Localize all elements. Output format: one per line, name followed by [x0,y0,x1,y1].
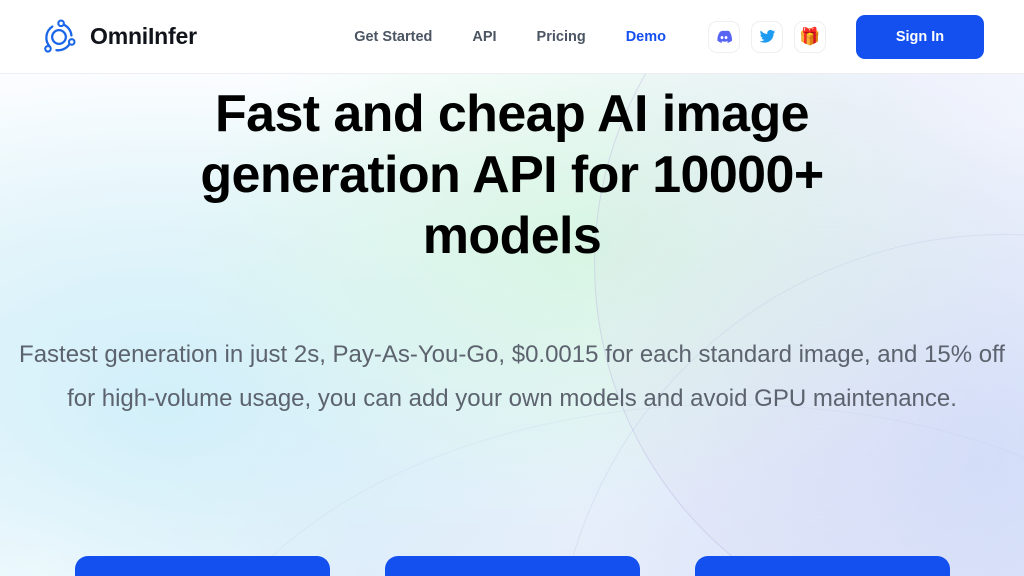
gift-button[interactable]: 🎁 [794,20,826,53]
cta-button-3[interactable] [694,556,950,576]
decorative-swoosh-3 [180,404,1024,576]
sign-in-button[interactable]: Sign In [856,14,984,59]
brand-logo-link[interactable]: OmniInfer [40,18,197,56]
site-header: OmniInfer Get Started API Pricing Demo 🎁… [0,0,1024,74]
main-navigation: Get Started API Pricing Demo 🎁 Sign In [334,14,984,59]
hero-subtitle: Fastest generation in just 2s, Pay-As-Yo… [19,341,1005,412]
cta-button-row [0,556,1024,576]
hero-section: Fast and cheap AI image generation API f… [0,74,1024,421]
nav-link-get-started[interactable]: Get Started [334,29,452,45]
cta-button-1[interactable] [74,556,330,576]
page-title: Fast and cheap AI image generation API f… [200,85,824,265]
social-links: 🎁 [708,20,826,53]
landing-page: OmniInfer Get Started API Pricing Demo 🎁… [0,0,1024,576]
nav-link-demo[interactable]: Demo [606,29,686,45]
network-orbit-icon [40,18,78,56]
discord-button[interactable] [708,20,740,53]
nav-link-api[interactable]: API [452,29,516,45]
cta-button-2[interactable] [384,556,640,576]
nav-link-pricing[interactable]: Pricing [517,29,606,45]
twitter-icon [759,28,776,45]
twitter-button[interactable] [751,20,783,53]
brand-name: OmniInfer [90,23,197,49]
nav-links: Get Started API Pricing Demo [334,29,686,45]
discord-icon [715,28,733,46]
gift-icon: 🎁 [799,27,821,46]
